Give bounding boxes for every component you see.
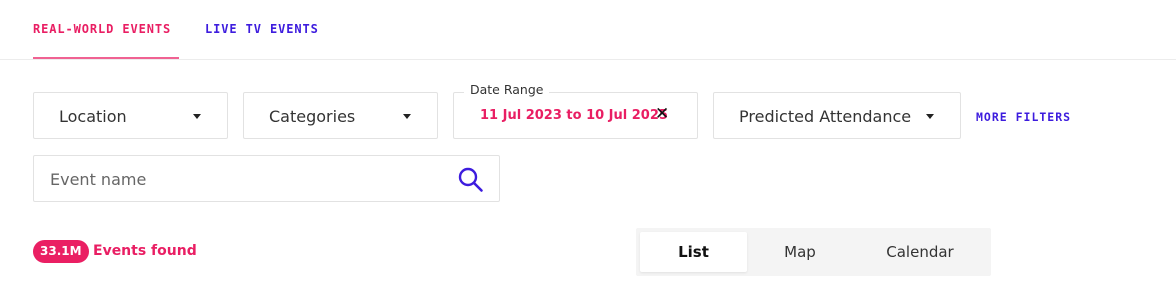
location-select-label: Location (59, 107, 127, 126)
event-name-input[interactable] (50, 166, 450, 192)
tab-real-world-events[interactable]: REAL-WORLD EVENTS (33, 22, 171, 36)
date-range-field[interactable]: 11 Jul 2023 to 10 Jul 2025 ✕ (453, 92, 698, 139)
event-search-box (33, 155, 500, 202)
caret-down-icon (403, 114, 411, 119)
caret-down-icon (193, 114, 201, 119)
date-range-legend: Date Range (464, 82, 550, 97)
view-calendar-button[interactable]: Calendar (866, 232, 974, 272)
location-select[interactable]: Location (33, 92, 228, 139)
date-range-value: 11 Jul 2023 to 10 Jul 2025 (480, 108, 668, 123)
events-count-badge: 33.1M (33, 240, 89, 263)
categories-select-label: Categories (269, 107, 356, 126)
categories-select[interactable]: Categories (243, 92, 438, 139)
view-list-button[interactable]: List (640, 232, 747, 272)
predicted-attendance-select[interactable]: Predicted Attendance (713, 92, 961, 139)
tab-live-tv-events[interactable]: LIVE TV EVENTS (205, 22, 319, 36)
view-map-button[interactable]: Map (747, 232, 853, 272)
view-toggle: List Map Calendar (636, 228, 991, 276)
search-icon[interactable] (457, 166, 484, 193)
events-found-label: Events found (93, 243, 197, 259)
clear-icon[interactable]: ✕ (655, 105, 671, 123)
more-filters-button[interactable]: MORE FILTERS (976, 110, 1071, 124)
tabs-divider (0, 59, 1176, 60)
caret-down-icon (926, 114, 934, 119)
predicted-attendance-label: Predicted Attendance (739, 107, 912, 126)
